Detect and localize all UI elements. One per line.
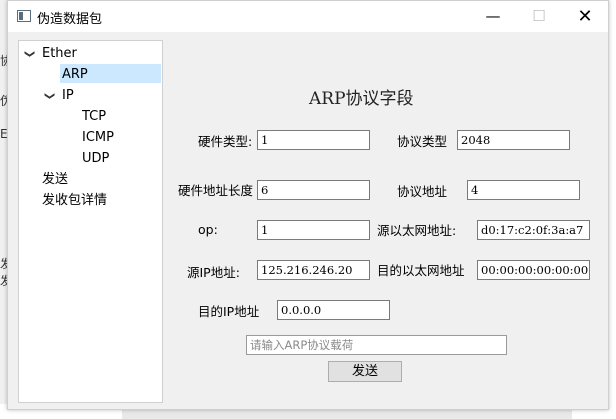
dst-ip-label: 目的IP地址 bbox=[198, 304, 260, 319]
close-icon[interactable]: ✕ bbox=[562, 1, 608, 32]
proto-type-label: 协议类型 bbox=[397, 134, 448, 149]
window-title: 伪造数据包 bbox=[37, 12, 103, 27]
tree-item-arp[interactable]: ARP bbox=[62, 65, 88, 85]
tree-item-details[interactable]: 发收包详情 bbox=[42, 191, 107, 211]
hw-len-field[interactable]: 6 bbox=[257, 180, 370, 200]
hw-len-label: 硬件地址长度 bbox=[178, 183, 254, 198]
app-icon bbox=[17, 10, 31, 22]
payload-input[interactable]: 请输入ARP协议载荷 bbox=[246, 335, 507, 355]
background-strip bbox=[122, 410, 572, 419]
src-mac-field[interactable]: d0:17:c2:0f:3a:a7 bbox=[477, 220, 590, 240]
hw-type-field[interactable]: 1 bbox=[257, 130, 370, 150]
tree-item-udp[interactable]: UDP bbox=[82, 149, 109, 169]
title-bar[interactable]: 伪造数据包 — ☐ ✕ bbox=[8, 1, 608, 32]
proto-addr-field[interactable]: 4 bbox=[467, 180, 580, 200]
tree-item-ip[interactable]: IP bbox=[62, 86, 74, 106]
page-title: ARP协议字段 bbox=[309, 89, 414, 109]
hw-type-label: 硬件类型: bbox=[198, 134, 253, 149]
dst-ip-field[interactable]: 0.0.0.0 bbox=[277, 300, 390, 320]
send-button[interactable]: 发送 bbox=[328, 361, 402, 382]
op-field[interactable]: 1 bbox=[257, 220, 370, 240]
tree-item-tcp[interactable]: TCP bbox=[82, 107, 106, 127]
tree-item-send[interactable]: 发送 bbox=[42, 170, 68, 190]
tree-item-icmp[interactable]: ICMP bbox=[82, 128, 114, 148]
tree-item-ether[interactable]: Ether bbox=[42, 44, 77, 64]
src-mac-label: 源以太网地址: bbox=[377, 223, 457, 238]
src-ip-label: 源IP地址: bbox=[187, 265, 240, 280]
maximize-icon[interactable]: ☐ bbox=[516, 1, 562, 32]
minimize-icon[interactable]: — bbox=[470, 1, 516, 32]
dst-mac-field[interactable]: 00:00:00:00:00:00 bbox=[477, 260, 590, 280]
proto-addr-label: 协议地址 bbox=[397, 184, 448, 199]
chevron-down-icon[interactable]: ❯ bbox=[39, 92, 59, 100]
proto-type-field[interactable]: 2048 bbox=[457, 130, 570, 150]
op-label: op: bbox=[198, 222, 218, 237]
chevron-down-icon[interactable]: ❯ bbox=[19, 50, 39, 58]
dst-mac-label: 目的以太网地址 bbox=[377, 263, 465, 278]
nav-tree: ❯ Ether ARP ❯ IP TCP ICMP UDP 发送 发收包详情 bbox=[18, 40, 163, 403]
src-ip-field[interactable]: 125.216.246.20 bbox=[257, 260, 370, 280]
